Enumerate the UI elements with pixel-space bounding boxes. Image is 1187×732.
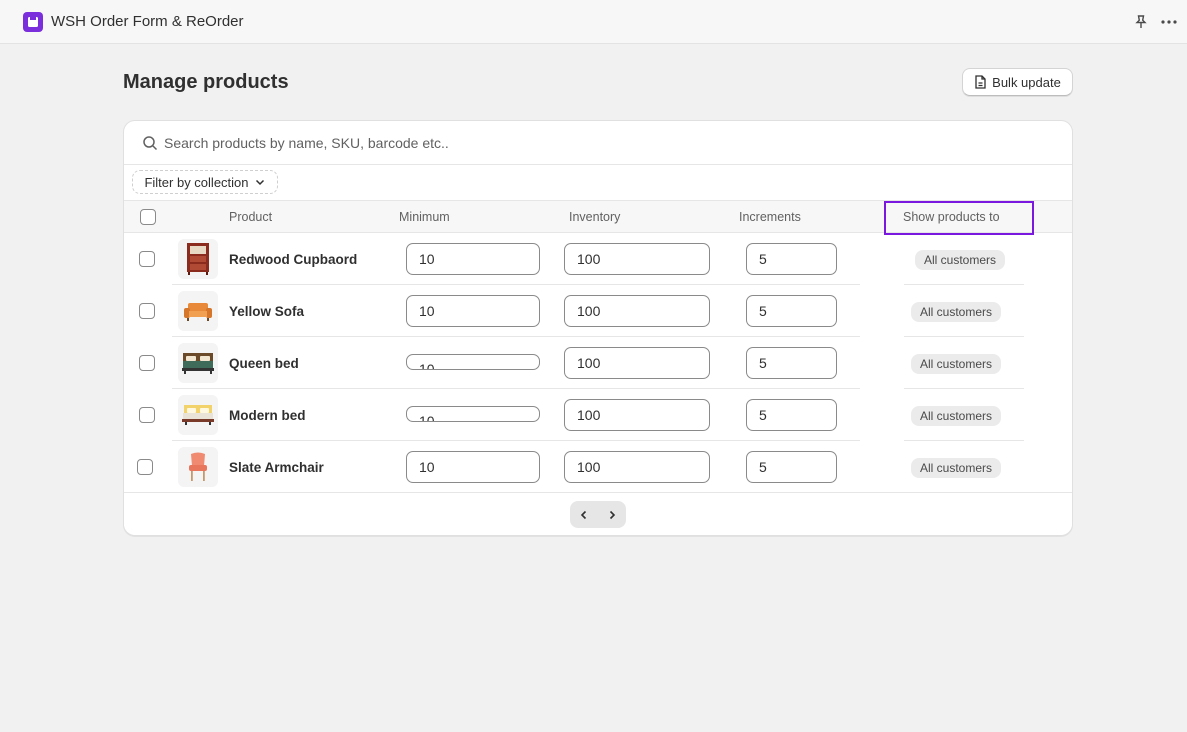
show-to-badge: All customers xyxy=(911,354,1002,374)
products-card: Filter by collection Product Minimum Inv… xyxy=(123,120,1073,536)
increments-input[interactable] xyxy=(746,451,837,483)
row-checkbox[interactable] xyxy=(139,355,155,371)
table-footer xyxy=(124,492,1072,535)
select-all-checkbox[interactable] xyxy=(140,209,156,225)
app-logo-icon xyxy=(23,12,43,32)
product-name: Slate Armchair xyxy=(229,460,324,475)
inventory-input[interactable] xyxy=(564,295,710,327)
minimum-input[interactable] xyxy=(406,243,540,275)
table-row: Slate Armchair All customers xyxy=(124,441,1072,493)
filter-by-collection-button[interactable]: Filter by collection xyxy=(132,170,278,194)
chevron-right-icon xyxy=(609,510,616,519)
chevron-down-icon xyxy=(255,179,264,186)
armchair-icon xyxy=(189,452,207,481)
increments-input[interactable] xyxy=(746,399,837,431)
show-to-badge: All customers xyxy=(911,406,1002,426)
row-checkbox[interactable] xyxy=(139,251,155,267)
chevron-left-icon xyxy=(580,510,587,519)
minimum-input[interactable] xyxy=(406,295,540,327)
bulk-update-button[interactable]: Bulk update xyxy=(962,68,1073,96)
bed-icon xyxy=(182,405,214,425)
table-row: Modern bed All customers xyxy=(124,389,1072,441)
product-name: Modern bed xyxy=(229,408,306,423)
column-product: Product xyxy=(229,210,273,224)
product-name: Queen bed xyxy=(229,356,299,371)
next-page-button[interactable] xyxy=(598,501,626,528)
minimum-input[interactable] xyxy=(406,406,540,422)
increments-input[interactable] xyxy=(746,347,837,379)
filter-label: Filter by collection xyxy=(144,174,249,190)
inventory-input[interactable] xyxy=(564,243,710,275)
more-options-icon[interactable] xyxy=(1160,14,1178,30)
column-increments: Increments xyxy=(739,210,801,224)
column-show-products-to: Show products to xyxy=(903,210,1000,224)
product-name: Redwood Cupbaord xyxy=(229,252,358,267)
show-to-badge: All customers xyxy=(915,250,1006,270)
pin-icon[interactable] xyxy=(1133,14,1149,30)
row-checkbox[interactable] xyxy=(139,303,155,319)
search-bar xyxy=(124,121,1072,165)
product-name: Yellow Sofa xyxy=(229,304,305,319)
app-title: WSH Order Form & ReOrder xyxy=(51,13,244,30)
table-row: Redwood Cupbaord All customers xyxy=(124,233,1072,285)
product-thumbnail xyxy=(178,343,218,383)
sofa-icon xyxy=(184,303,212,321)
minimum-input[interactable] xyxy=(406,354,540,370)
document-icon xyxy=(975,75,986,89)
pagination xyxy=(570,501,626,528)
inventory-input[interactable] xyxy=(564,399,710,431)
app-topbar: WSH Order Form & ReOrder xyxy=(0,0,1187,44)
show-to-badge: All customers xyxy=(911,458,1002,478)
column-minimum: Minimum xyxy=(399,210,450,224)
bulk-update-label: Bulk update xyxy=(992,74,1061,90)
show-to-badge: All customers xyxy=(911,302,1002,322)
table-row: Yellow Sofa All customers xyxy=(124,285,1072,337)
row-checkbox[interactable] xyxy=(137,459,153,475)
minimum-input[interactable] xyxy=(406,451,540,483)
search-icon xyxy=(142,135,158,151)
table-header: Product Minimum Inventory Increments Sho… xyxy=(124,200,1072,235)
inventory-input[interactable] xyxy=(564,347,710,379)
product-thumbnail xyxy=(178,239,218,279)
increments-input[interactable] xyxy=(746,295,837,327)
product-thumbnail xyxy=(178,291,218,331)
product-thumbnail xyxy=(178,447,218,487)
table-row: Queen bed All customers xyxy=(124,337,1072,389)
column-inventory: Inventory xyxy=(569,210,621,224)
product-thumbnail xyxy=(178,395,218,435)
page-title: Manage products xyxy=(123,71,289,93)
previous-page-button[interactable] xyxy=(570,501,598,528)
increments-input[interactable] xyxy=(746,243,837,275)
row-checkbox[interactable] xyxy=(139,407,155,423)
inventory-input[interactable] xyxy=(564,451,710,483)
search-input[interactable] xyxy=(164,131,1054,155)
cupboard-icon xyxy=(187,243,209,275)
bed-icon xyxy=(182,353,214,374)
